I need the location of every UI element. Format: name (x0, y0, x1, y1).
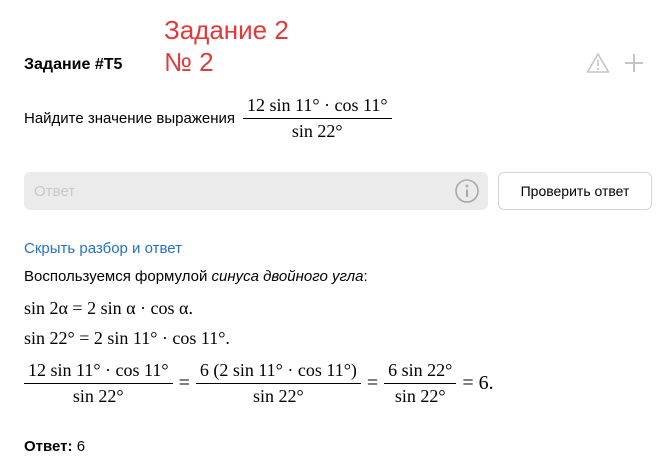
solution-intro-prefix: Воспользуемся формулой (24, 268, 212, 285)
check-answer-button[interactable]: Проверить ответ (498, 172, 652, 210)
task-tools (585, 50, 647, 76)
double-angle-formula: sin 2α = 2 sin α · cos α. (24, 298, 193, 318)
warning-icon[interactable] (585, 50, 611, 76)
equals-sign: = (178, 372, 190, 394)
chain-fraction-2-numerator: 6 (2 sin 11° · cos 11°) (195, 360, 361, 384)
problem-statement: Найдите значение выражения 12 sin 11° · … (24, 95, 392, 142)
hide-solution-link[interactable]: Скрыть разбор и ответ (24, 240, 182, 257)
answer-input[interactable] (24, 172, 444, 210)
answer-value: 6 (76, 438, 86, 455)
chain-fraction-2: 6 (2 sin 11° · cos 11°) sin 22° (195, 360, 361, 407)
problem-prompt: Найдите значение выражения (24, 110, 235, 127)
solution-intro: Воспользуемся формулой синуса двойного у… (24, 268, 368, 285)
task-title: Задание #T5 (24, 56, 123, 73)
final-answer: Ответ: 6 (24, 438, 85, 455)
chain-result: = 6. (462, 372, 494, 394)
chain-fraction-3: 6 sin 22° sin 22° (384, 360, 457, 407)
problem-denominator: sin 22° (291, 121, 343, 141)
annotation-line-2: № 2 (164, 47, 214, 77)
chain-fraction-3-denominator: sin 22° (394, 386, 446, 406)
red-annotation: Задание 2 № 2 (164, 14, 289, 78)
answer-label: Ответ: (24, 438, 73, 455)
annotation-line-1: Задание 2 (164, 15, 289, 45)
chain-fraction-1: 12 sin 11° · cos 11° sin 22° (24, 360, 173, 407)
problem-fraction: 12 sin 11° · cos 11° sin 22° (243, 95, 392, 142)
equals-sign: = (366, 372, 379, 394)
answer-field (24, 172, 488, 210)
chain-fraction-1-numerator: 12 sin 11° · cos 11° (24, 360, 173, 384)
sin22-expansion: sin 22° = 2 sin 11° · cos 11°. (24, 328, 230, 348)
plus-icon[interactable] (621, 50, 647, 76)
problem-numerator: 12 sin 11° · cos 11° (243, 95, 392, 119)
solution-chain: 12 sin 11° · cos 11° sin 22° = 6 (2 sin … (24, 360, 494, 407)
chain-fraction-1-denominator: sin 22° (72, 386, 124, 406)
chain-fraction-3-numerator: 6 sin 22° (384, 360, 457, 384)
chain-fraction-2-denominator: sin 22° (253, 386, 304, 406)
solution-intro-suffix: : (363, 268, 368, 285)
solution-intro-emphasis: синуса двойного угла (211, 268, 364, 285)
info-icon[interactable] (454, 178, 480, 204)
